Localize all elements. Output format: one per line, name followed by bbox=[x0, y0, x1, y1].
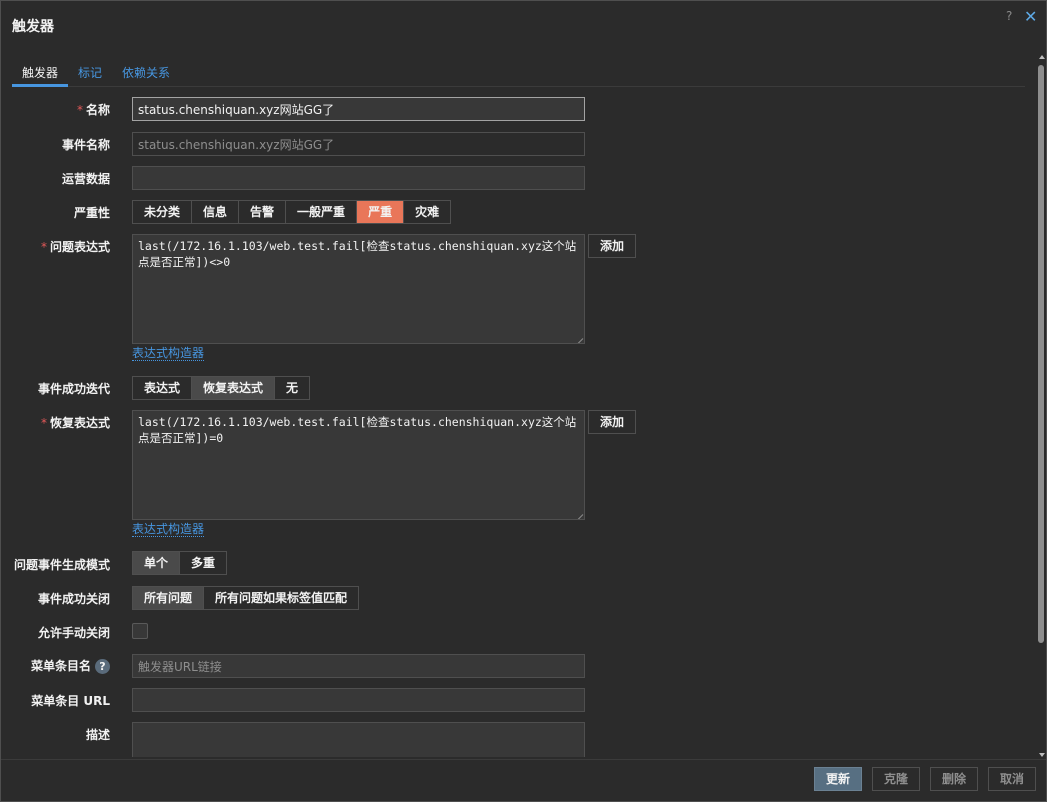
vertical-scrollbar[interactable] bbox=[1037, 55, 1046, 759]
severity-label: 严重性 bbox=[73, 206, 110, 220]
severity-warning[interactable]: 告警 bbox=[239, 201, 287, 223]
recovery-expression-label: * 恢复表达式 bbox=[40, 416, 110, 430]
dialog-title: 触发器 bbox=[12, 19, 54, 35]
url-label: 菜单条目 URL bbox=[31, 694, 110, 708]
opdata-label: 运营数据 bbox=[61, 172, 110, 186]
recovery-mode-recovery-expression[interactable]: 恢复表达式 bbox=[192, 377, 276, 399]
manual-close-checkbox[interactable] bbox=[132, 623, 148, 639]
problem-mode-label: 问题事件生成模式 bbox=[13, 558, 110, 572]
recovery-mode-none[interactable]: 无 bbox=[275, 377, 310, 399]
close-icon[interactable]: ✕ bbox=[1024, 9, 1040, 25]
event-name-input[interactable]: status.chenshiquan.xyz网站GG了 bbox=[132, 132, 585, 156]
event-name-label: 事件名称 bbox=[61, 138, 110, 152]
scroll-up-icon[interactable] bbox=[1039, 55, 1045, 59]
problem-expression-add-button[interactable]: 添加 bbox=[588, 234, 636, 258]
recovery-mode-expression[interactable]: 表达式 bbox=[133, 377, 193, 399]
cancel-button[interactable]: 取消 bbox=[988, 767, 1036, 791]
url-name-input[interactable]: 触发器URL链接 bbox=[132, 654, 585, 678]
url-input[interactable] bbox=[132, 688, 585, 712]
resize-grip-icon[interactable] bbox=[576, 335, 583, 342]
recovery-expression-builder-link[interactable]: 表达式构造器 bbox=[132, 522, 205, 537]
dialog-titlebar: 触发器 ? ✕ bbox=[1, 1, 1046, 45]
severity-selector: 未分类 信息 告警 一般严重 严重 灾难 bbox=[132, 200, 452, 224]
description-label: 描述 bbox=[85, 728, 110, 742]
name-input[interactable]: status.chenshiquan.xyz网站GG了 bbox=[132, 97, 585, 121]
ok-close-tag-match[interactable]: 所有问题如果标签值匹配 bbox=[204, 587, 359, 609]
trigger-dialog: 触发器 ? ✕ 触发器 标记 依赖关系 * 名称 status.chenshiqu… bbox=[0, 0, 1047, 802]
severity-high[interactable]: 严重 bbox=[357, 201, 405, 223]
recovery-expression-add-button[interactable]: 添加 bbox=[588, 410, 636, 434]
tab-bar: 触发器 标记 依赖关系 bbox=[12, 57, 1025, 87]
ok-close-all-problems[interactable]: 所有问题 bbox=[133, 587, 205, 609]
recovery-mode-selector: 表达式 恢复表达式 无 bbox=[132, 376, 311, 400]
scroll-thumb[interactable] bbox=[1038, 65, 1044, 643]
scroll-down-icon[interactable] bbox=[1039, 753, 1045, 757]
severity-information[interactable]: 信息 bbox=[192, 201, 240, 223]
tab-tags[interactable]: 标记 bbox=[78, 64, 102, 86]
recovery-expression-textarea[interactable]: last(/172.16.1.103/web.test.fail[检查statu… bbox=[132, 410, 585, 520]
tab-trigger[interactable]: 触发器 bbox=[22, 64, 58, 86]
name-label: * 名称 bbox=[76, 103, 110, 117]
ok-close-label: 事件成功关闭 bbox=[37, 592, 110, 606]
delete-button[interactable]: 删除 bbox=[930, 767, 978, 791]
problem-mode-selector: 单个 多重 bbox=[132, 551, 228, 575]
update-button[interactable]: 更新 bbox=[814, 767, 862, 791]
active-tab-indicator bbox=[12, 84, 68, 87]
help-icon[interactable]: ? bbox=[1006, 9, 1018, 25]
clone-button[interactable]: 克隆 bbox=[872, 767, 920, 791]
resize-grip-icon[interactable] bbox=[576, 511, 583, 518]
severity-average[interactable]: 一般严重 bbox=[286, 201, 358, 223]
problem-mode-multiple[interactable]: 多重 bbox=[180, 552, 227, 574]
url-name-label: 菜单条目名? bbox=[31, 657, 110, 674]
problem-expression-textarea[interactable]: last(/172.16.1.103/web.test.fail[检查statu… bbox=[132, 234, 585, 344]
recovery-mode-label: 事件成功迭代 bbox=[37, 382, 110, 396]
question-icon[interactable]: ? bbox=[95, 659, 110, 674]
severity-not-classified[interactable]: 未分类 bbox=[133, 201, 193, 223]
dialog-footer: 更新 克隆 删除 取消 bbox=[1, 759, 1046, 801]
problem-expression-label: * 问题表达式 bbox=[40, 240, 110, 254]
manual-close-label: 允许手动关闭 bbox=[37, 626, 110, 640]
description-textarea[interactable] bbox=[132, 722, 585, 757]
form-scroll-area[interactable]: * 名称 status.chenshiquan.xyz网站GG了 事件名称 sta… bbox=[1, 89, 1036, 757]
tab-dependencies[interactable]: 依赖关系 bbox=[122, 64, 170, 86]
opdata-input[interactable] bbox=[132, 166, 585, 190]
severity-disaster[interactable]: 灾难 bbox=[404, 201, 451, 223]
ok-close-selector: 所有问题 所有问题如果标签值匹配 bbox=[132, 586, 360, 610]
problem-mode-single[interactable]: 单个 bbox=[133, 552, 181, 574]
problem-expression-builder-link[interactable]: 表达式构造器 bbox=[132, 346, 205, 361]
